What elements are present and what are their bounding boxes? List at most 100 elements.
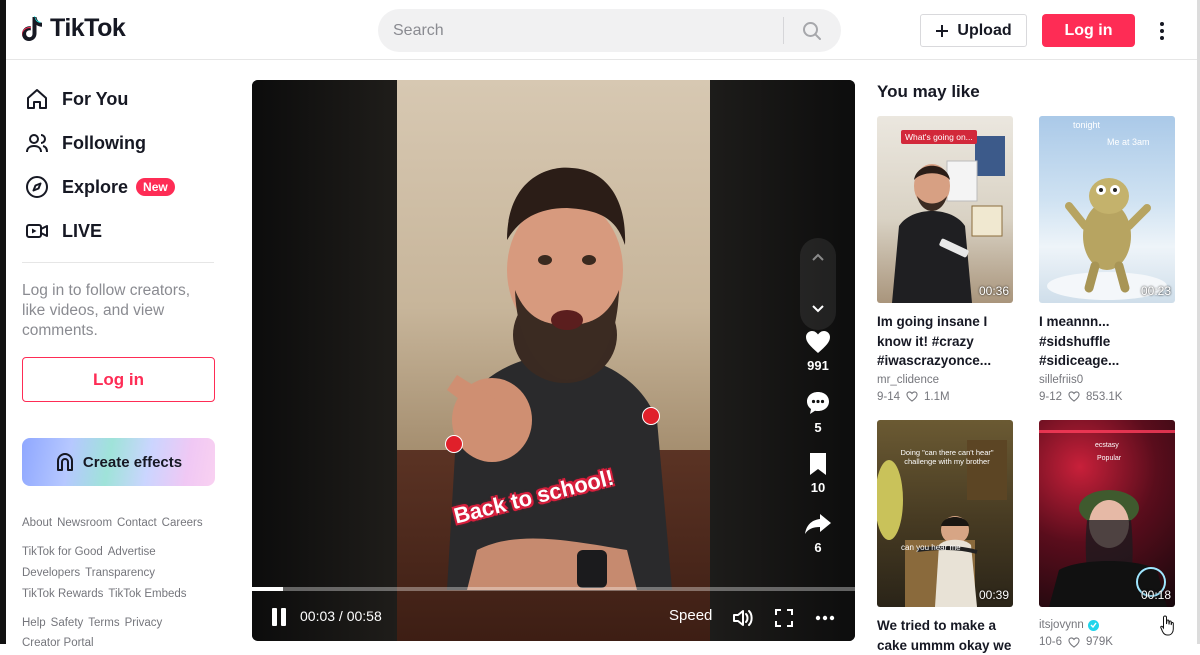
save-count: 10	[810, 480, 826, 495]
sidebar-divider	[22, 262, 214, 263]
speed-button[interactable]: Speed	[669, 607, 712, 624]
video-card-date: 10-6	[1039, 636, 1063, 648]
heart-icon	[806, 331, 830, 353]
verified-badge-icon	[1087, 619, 1099, 631]
footer-link[interactable]: Safety	[51, 617, 84, 629]
footer-link[interactable]: Terms	[88, 617, 119, 629]
footer-link[interactable]: Newsroom	[57, 517, 112, 529]
search-icon	[803, 21, 821, 40]
like-count: 991	[807, 358, 829, 373]
pause-button[interactable]	[272, 608, 290, 626]
more-options-icon[interactable]	[814, 607, 836, 629]
footer-link[interactable]: Contact	[117, 517, 157, 529]
video-thumbnail[interactable]: tonight Me at 3am 00:23	[1039, 116, 1175, 303]
video-card-author[interactable]: sillefriis0	[1039, 374, 1175, 386]
video-blur-left	[252, 80, 397, 641]
fullscreen-icon[interactable]	[773, 607, 795, 629]
video-card-date: 9-12	[1039, 390, 1063, 403]
bookmark-icon	[810, 453, 826, 475]
comment-action[interactable]: 5	[802, 390, 834, 435]
volume-icon[interactable]	[732, 607, 754, 629]
thumbnail-art	[892, 136, 1005, 303]
footer-links-row: TikTok Rewards TikTok Embeds	[22, 588, 187, 600]
login-button-header[interactable]: Log in	[1042, 14, 1135, 47]
video-card[interactable]: ecstasy Popular 00:18 itsjovynn 10-6 979…	[1039, 420, 1175, 648]
share-action[interactable]: 6	[802, 512, 834, 555]
upload-button[interactable]: Upload	[920, 14, 1027, 47]
next-video-button[interactable]	[800, 290, 836, 326]
sidebar-item-following[interactable]: Following	[24, 128, 146, 158]
sidebar-item-label: Explore	[62, 176, 129, 197]
thumbnail-overlay-text: Popular	[1097, 455, 1122, 462]
new-badge: New	[136, 178, 175, 196]
create-effects-button[interactable]: Create effects	[22, 438, 215, 486]
apple-sticker	[642, 407, 660, 425]
search-input[interactable]	[378, 21, 783, 40]
video-thumbnail[interactable]: ecstasy Popular 00:18	[1039, 420, 1175, 607]
logo-text: TikTok	[50, 14, 126, 42]
footer-link[interactable]: Privacy	[125, 617, 163, 629]
video-card-likes: 853.1K	[1086, 390, 1123, 403]
sidebar-item-explore[interactable]: Explore New	[24, 172, 175, 202]
footer-link[interactable]: About	[22, 517, 52, 529]
hand-cursor-icon	[1160, 615, 1174, 636]
tiktok-logo[interactable]: TikTok	[22, 14, 126, 43]
effects-arch-icon	[56, 453, 73, 471]
video-card[interactable]: What's going on... 00:36 Im going insane…	[877, 116, 1013, 403]
footer-link[interactable]: Creator Portal	[22, 637, 94, 649]
chevron-down-icon	[812, 305, 824, 313]
heart-outline-icon	[906, 391, 918, 402]
video-card-author-row[interactable]: itsjovynn	[1039, 619, 1175, 631]
video-player[interactable]: Back to school! 991 5 10 6 00:03 / 00:58…	[252, 80, 855, 641]
heart-outline-icon	[1068, 391, 1080, 402]
previous-video-button[interactable]	[800, 240, 836, 276]
video-duration: 00:39	[978, 588, 1009, 602]
video-card-author: itsjovynn	[1039, 619, 1084, 631]
login-button-sidebar[interactable]: Log in	[22, 357, 215, 402]
footer-link[interactable]: Help	[22, 617, 46, 629]
video-progress-bar[interactable]	[252, 587, 855, 591]
footer-link[interactable]: TikTok Embeds	[108, 588, 186, 600]
save-action[interactable]: 10	[802, 452, 834, 495]
more-options-icon[interactable]	[1152, 18, 1172, 44]
footer-links-row: About Newsroom Contact Careers	[22, 517, 203, 529]
footer-links-row: Developers Transparency	[22, 567, 155, 579]
thumbnail-overlay-text: can you hear me	[901, 543, 961, 552]
comment-count: 5	[814, 420, 822, 435]
comment-icon	[807, 392, 829, 414]
sidebar-item-live[interactable]: LIVE	[24, 216, 102, 246]
video-card[interactable]: Doing "can there can't hear" challenge w…	[877, 420, 1013, 655]
video-card-likes: 1.1M	[924, 390, 950, 403]
video-card[interactable]: tonight Me at 3am 00:23 I meannn... #sid…	[1039, 116, 1175, 403]
video-card-title[interactable]: We tried to make a cake ummm okay we	[877, 616, 1013, 655]
footer-link[interactable]: Careers	[162, 517, 203, 529]
sidebar-item-for-you[interactable]: For You	[24, 84, 128, 114]
footer-link[interactable]: TikTok Rewards	[22, 588, 103, 600]
search-button[interactable]	[784, 9, 840, 52]
apple-sticker	[445, 435, 463, 453]
search-bar	[378, 9, 841, 52]
footer-links-row: Creator Portal	[22, 637, 94, 649]
compass-icon	[24, 174, 50, 200]
heart-outline-icon	[1068, 636, 1080, 648]
create-effects-label: Create effects	[82, 453, 183, 471]
share-count: 6	[814, 540, 822, 555]
footer-link[interactable]: Developers	[22, 567, 80, 579]
video-frame	[397, 80, 710, 641]
video-thumbnail[interactable]: What's going on... 00:36	[877, 116, 1013, 303]
video-card-date: 9-14	[877, 390, 901, 403]
chevron-up-icon	[812, 253, 824, 261]
video-duration: 00:18	[1140, 588, 1171, 602]
video-card-title[interactable]: Im going insane I know it! #crazy #iwasc…	[877, 312, 1013, 371]
plus-icon	[936, 24, 949, 37]
footer-link[interactable]: Advertise	[108, 546, 156, 558]
video-card-author[interactable]: mr_clidence	[877, 374, 1013, 386]
video-thumbnail[interactable]: Doing "can there can't hear" challenge w…	[877, 420, 1013, 607]
thumbnail-overlay-text: ecstasy	[1095, 442, 1119, 449]
video-card-meta: 10-6 979K	[1039, 636, 1175, 648]
video-card-title[interactable]: I meannn... #sidshuffle #sidiceage...	[1039, 312, 1175, 371]
footer-link[interactable]: TikTok for Good	[22, 546, 103, 558]
live-icon	[24, 218, 50, 244]
like-action[interactable]: 991	[802, 330, 834, 373]
footer-link[interactable]: Transparency	[85, 567, 155, 579]
